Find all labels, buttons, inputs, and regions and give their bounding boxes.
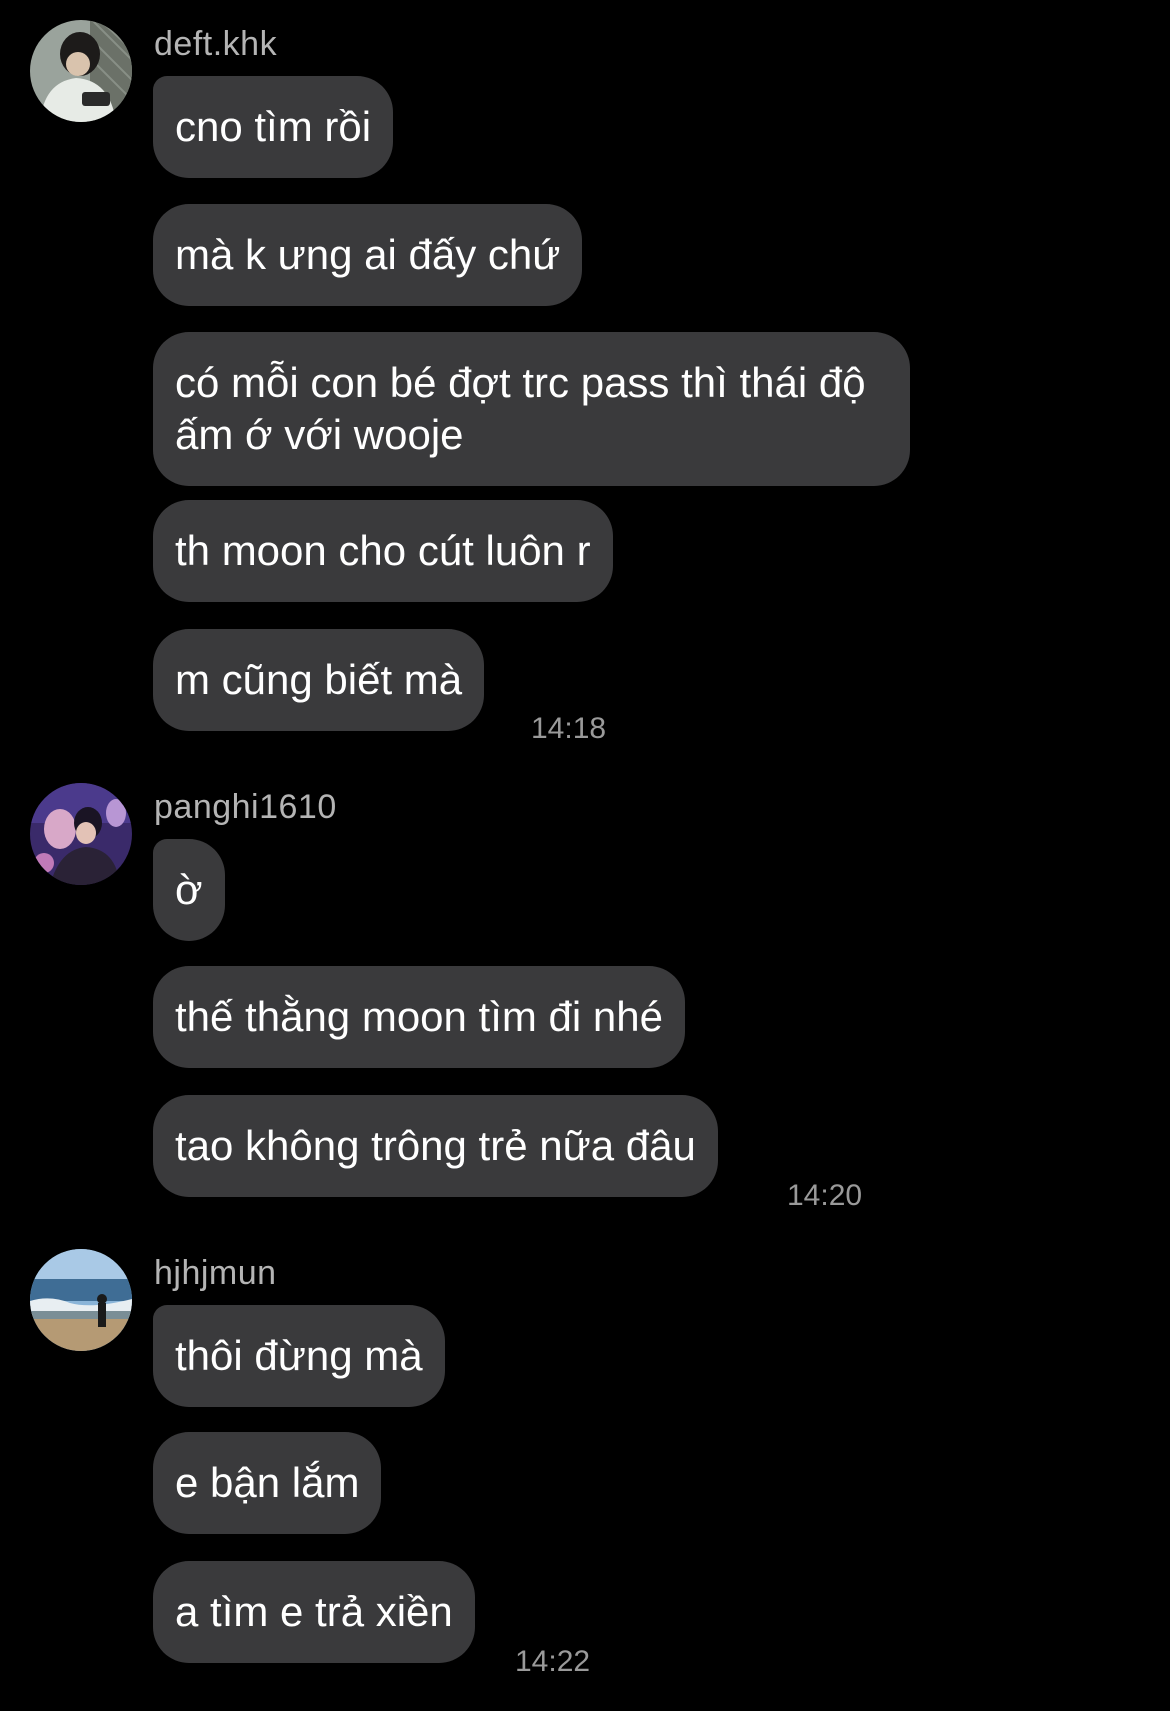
message-bubble[interactable]: có mỗi con bé đợt trc pass thì thái độ ấ… [153, 332, 910, 486]
message-bubble[interactable]: thôi đừng mà [153, 1305, 445, 1407]
user-photo-icon [30, 1249, 132, 1351]
message-bubble[interactable]: m cũng biết mà [153, 629, 485, 731]
message-bubble[interactable]: mà k ưng ai đấy chứ [153, 204, 583, 306]
sender-username[interactable]: panghi1610 [154, 787, 337, 827]
message-bubble[interactable]: thế thằng moon tìm đi nhé [153, 966, 685, 1068]
message-bubble[interactable]: th moon cho cút luôn r [153, 500, 613, 602]
sender-username[interactable]: hjhjmun [154, 1253, 277, 1293]
message-bubble[interactable]: cno tìm rồi [153, 76, 394, 178]
message-timestamp: 14:18 [531, 712, 607, 745]
avatar[interactable] [30, 20, 132, 122]
message-bubble[interactable]: a tìm e trả xiền [153, 1561, 475, 1663]
message-timestamp: 14:22 [515, 1645, 591, 1678]
message-bubble[interactable]: ờ [153, 839, 225, 941]
user-photo-icon [30, 783, 132, 885]
message-bubble[interactable]: e bận lắm [153, 1432, 382, 1534]
avatar[interactable] [30, 783, 132, 885]
user-photo-icon [30, 20, 132, 122]
message-bubble[interactable]: tao không trông trẻ nữa đâu [153, 1095, 718, 1197]
avatar[interactable] [30, 1249, 132, 1351]
sender-username[interactable]: deft.khk [154, 24, 277, 64]
message-timestamp: 14:20 [787, 1179, 863, 1212]
